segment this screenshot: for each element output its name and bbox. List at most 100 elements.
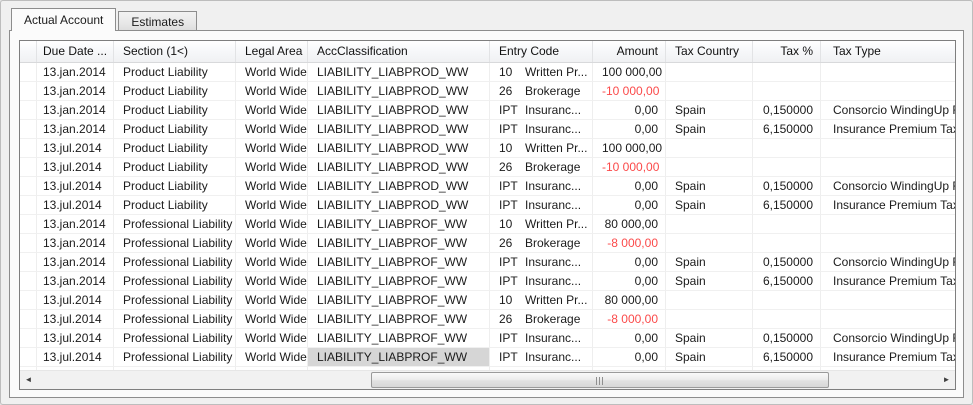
cell-section[interactable]: Professional Liability (114, 272, 236, 291)
cell-tax_type[interactable]: Consorcio WindingUp Fund (821, 329, 955, 348)
cell-tax_country[interactable] (666, 63, 753, 82)
cell-tax_pct[interactable] (753, 310, 821, 329)
cell-legal_area[interactable]: World Wide (236, 101, 308, 120)
cell-entry_code[interactable]: IPT Insuranc... (490, 348, 593, 367)
cell-acc_classification[interactable]: LIABILITY_LIABPROD_WW (308, 82, 490, 101)
cell-due_date[interactable]: 13.jul.2014 (37, 310, 114, 329)
cell-due_date[interactable]: 13.jul.2014 (37, 177, 114, 196)
cell-due_date[interactable]: 13.jul.2014 (37, 158, 114, 177)
cell-tax_country[interactable]: Spain (666, 101, 753, 120)
scroll-left-button[interactable]: ◄ (20, 371, 37, 389)
cell-amount[interactable]: 100 000,00 (593, 139, 666, 158)
cell-legal_area[interactable]: World Wide (236, 158, 308, 177)
cell-tax_country[interactable]: Spain (666, 272, 753, 291)
cell-tax_country[interactable] (666, 215, 753, 234)
cell-section[interactable]: Product Liability (114, 82, 236, 101)
cell-legal_area[interactable]: World Wide (236, 215, 308, 234)
cell-section[interactable]: Professional Liability (114, 234, 236, 253)
cell-legal_area[interactable]: World Wide (236, 310, 308, 329)
column-header-due_date[interactable]: Due Date ... (37, 41, 114, 62)
cell-amount[interactable]: 0,00 (593, 177, 666, 196)
cell-tax_type[interactable] (821, 139, 955, 158)
cell-tax_type[interactable] (821, 310, 955, 329)
cell-entry_code[interactable]: IPT Insuranc... (490, 196, 593, 215)
cell-tax_pct[interactable] (753, 291, 821, 310)
cell-tax_pct[interactable] (753, 158, 821, 177)
cell-tax_type[interactable] (821, 215, 955, 234)
cell-legal_area[interactable]: World Wide (236, 329, 308, 348)
cell-amount[interactable]: 0,00 (593, 196, 666, 215)
cell-tax_country[interactable] (666, 234, 753, 253)
cell-amount[interactable]: 0,00 (593, 272, 666, 291)
cell-tax_pct[interactable] (753, 63, 821, 82)
cell-tax_pct[interactable]: 6,150000 (753, 272, 821, 291)
cell-acc_classification[interactable]: LIABILITY_LIABPROF_WW (308, 348, 490, 367)
column-header-tax_country[interactable]: Tax Country (666, 41, 753, 62)
cell-acc_classification[interactable]: LIABILITY_LIABPROF_WW (308, 272, 490, 291)
cell-entry_code[interactable]: 10 Written Pr... (490, 63, 593, 82)
cell-tax_country[interactable] (666, 158, 753, 177)
cell-section[interactable]: Product Liability (114, 101, 236, 120)
cell-acc_classification[interactable]: LIABILITY_LIABPROF_WW (308, 329, 490, 348)
cell-due_date[interactable]: 13.jul.2014 (37, 329, 114, 348)
table-row[interactable]: 13.jul.2014 Professional Liability World W… (20, 310, 955, 329)
cell-acc_classification[interactable]: LIABILITY_LIABPROD_WW (308, 158, 490, 177)
cell-entry_code[interactable]: IPT Insuranc... (490, 272, 593, 291)
table-row[interactable]: 13.jul.2014 Product Liability World Wide LI… (20, 196, 955, 215)
cell-amount[interactable]: 0,00 (593, 120, 666, 139)
cell-entry_code[interactable]: 26 Brokerage (490, 234, 593, 253)
cell-tax_country[interactable]: Spain (666, 253, 753, 272)
cell-due_date[interactable]: 13.jan.2014 (37, 234, 114, 253)
cell-section[interactable]: Product Liability (114, 120, 236, 139)
cell-due_date[interactable]: 13.jul.2014 (37, 196, 114, 215)
cell-tax_pct[interactable]: 0,150000 (753, 177, 821, 196)
cell-amount[interactable]: -8 000,00 (593, 234, 666, 253)
cell-section[interactable]: Product Liability (114, 177, 236, 196)
cell-acc_classification[interactable]: LIABILITY_LIABPROF_WW (308, 215, 490, 234)
cell-due_date[interactable]: 13.jan.2014 (37, 82, 114, 101)
scrollbar-track[interactable] (37, 371, 938, 389)
cell-tax_type[interactable]: Insurance Premium Tax (821, 272, 955, 291)
cell-tax_type[interactable] (821, 82, 955, 101)
cell-tax_country[interactable] (666, 139, 753, 158)
cell-tax_type[interactable] (821, 158, 955, 177)
cell-entry_code[interactable]: IPT Insuranc... (490, 120, 593, 139)
cell-entry_code[interactable]: 26 Brokerage (490, 310, 593, 329)
cell-legal_area[interactable]: World Wide (236, 82, 308, 101)
column-header-legal_area[interactable]: Legal Area (236, 41, 308, 62)
table-row[interactable]: 13.jul.2014 Product Liability World Wide LI… (20, 158, 955, 177)
cell-legal_area[interactable]: World Wide (236, 234, 308, 253)
cell-tax_country[interactable]: Spain (666, 120, 753, 139)
cell-amount[interactable]: -10 000,00 (593, 82, 666, 101)
cell-due_date[interactable]: 13.jan.2014 (37, 272, 114, 291)
cell-tax_pct[interactable] (753, 139, 821, 158)
table-row[interactable]: 13.jan.2014 Professional Liability World W… (20, 234, 955, 253)
cell-section[interactable]: Product Liability (114, 63, 236, 82)
cell-due_date[interactable]: 13.jul.2014 (37, 348, 114, 367)
cell-section[interactable]: Product Liability (114, 158, 236, 177)
cell-tax_country[interactable]: Spain (666, 196, 753, 215)
column-header-section[interactable]: Section (1<) (114, 41, 236, 62)
cell-amount[interactable]: 0,00 (593, 101, 666, 120)
cell-section[interactable]: Professional Liability (114, 348, 236, 367)
cell-section[interactable]: Professional Liability (114, 291, 236, 310)
cell-due_date[interactable]: 13.jan.2014 (37, 215, 114, 234)
tab-estimates[interactable]: Estimates (118, 11, 198, 30)
cell-legal_area[interactable]: World Wide (236, 177, 308, 196)
cell-tax_pct[interactable]: 0,150000 (753, 329, 821, 348)
cell-amount[interactable]: 0,00 (593, 329, 666, 348)
column-header-acc_classification[interactable]: AccClassification (308, 41, 490, 62)
cell-legal_area[interactable]: World Wide (236, 272, 308, 291)
cell-due_date[interactable]: 13.jul.2014 (37, 139, 114, 158)
cell-entry_code[interactable]: IPT Insuranc... (490, 177, 593, 196)
cell-legal_area[interactable]: World Wide (236, 348, 308, 367)
cell-tax_pct[interactable] (753, 82, 821, 101)
cell-due_date[interactable]: 13.jan.2014 (37, 63, 114, 82)
cell-acc_classification[interactable]: LIABILITY_LIABPROD_WW (308, 63, 490, 82)
cell-tax_pct[interactable]: 6,150000 (753, 120, 821, 139)
cell-acc_classification[interactable]: LIABILITY_LIABPROF_WW (308, 291, 490, 310)
table-row[interactable]: 13.jul.2014 Product Liability World Wide LI… (20, 139, 955, 158)
cell-tax_type[interactable] (821, 291, 955, 310)
table-row[interactable]: 13.jul.2014 Professional Liability World W… (20, 291, 955, 310)
table-row[interactable]: 13.jan.2014 Product Liability World Wide LI… (20, 82, 955, 101)
